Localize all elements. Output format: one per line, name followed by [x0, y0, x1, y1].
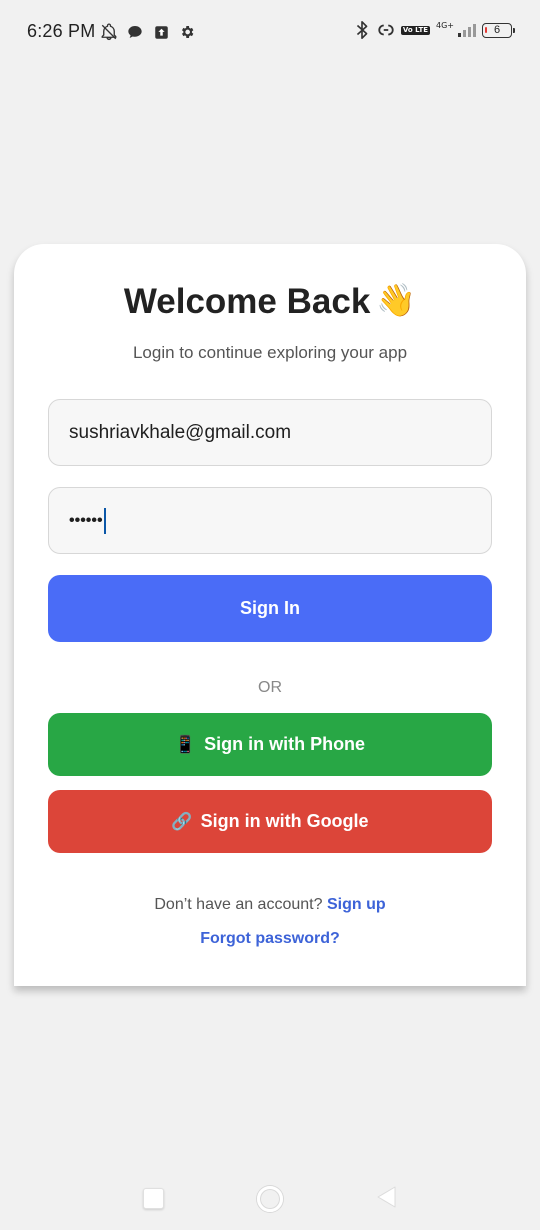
back-icon[interactable]	[375, 1185, 397, 1209]
recents-icon[interactable]	[143, 1188, 164, 1209]
title-text: Welcome Back	[123, 282, 371, 321]
password-field[interactable]: ••••••	[48, 487, 492, 554]
bluetooth-icon	[353, 20, 371, 40]
status-bar: 6:26 PM Vo LTE 4G+ 6	[0, 0, 540, 64]
sign-in-google-label: Sign in with Google	[200, 811, 369, 831]
password-value: ••••••	[69, 511, 103, 529]
chat-bubble-icon	[126, 22, 144, 42]
bell-off-icon	[100, 22, 118, 42]
link-icon: 🔗	[171, 811, 193, 832]
battery-icon: 6	[482, 22, 515, 38]
signal-icon	[458, 20, 476, 40]
status-system-icons: Vo LTE 4G+ 6	[353, 20, 515, 40]
sign-in-button[interactable]: Sign In	[48, 575, 492, 642]
sign-in-phone-button[interactable]: 📱 Sign in with Phone	[48, 713, 492, 776]
or-divider: OR	[258, 679, 282, 696]
signup-prompt: Don’t have an account? Sign up	[0, 896, 540, 914]
email-field[interactable]: sushriavkhale@gmail.com	[48, 399, 492, 466]
status-notification-icons	[100, 22, 196, 42]
gear-icon	[178, 22, 196, 42]
text-cursor	[103, 507, 106, 534]
volte-icon: Vo LTE	[400, 25, 430, 35]
sign-in-phone-label: Sign in with Phone	[204, 734, 366, 754]
sign-up-link[interactable]: Sign up	[327, 896, 386, 913]
hotspot-link-icon	[377, 20, 395, 40]
forgot-password-row: Forgot password?	[0, 930, 540, 948]
phone-icon: 📱	[174, 734, 197, 755]
battery-level: 6	[493, 24, 501, 36]
home-icon[interactable]	[257, 1186, 283, 1212]
waving-hand-icon: 👋	[376, 281, 417, 319]
sign-in-label: Sign In	[240, 598, 300, 618]
system-nav-bar	[0, 1170, 540, 1230]
forgot-password-link[interactable]: Forgot password?	[200, 930, 340, 947]
page-title: Welcome Back 👋	[0, 281, 540, 322]
sign-in-google-button[interactable]: 🔗 Sign in with Google	[48, 790, 492, 853]
no-account-text: Don’t have an account?	[154, 896, 323, 913]
status-time: 6:26 PM	[27, 21, 96, 41]
network-type: 4G+	[436, 21, 454, 30]
email-value: sushriavkhale@gmail.com	[69, 421, 292, 443]
page-subtitle: Login to continue exploring your app	[132, 343, 408, 362]
upload-icon	[152, 22, 170, 42]
